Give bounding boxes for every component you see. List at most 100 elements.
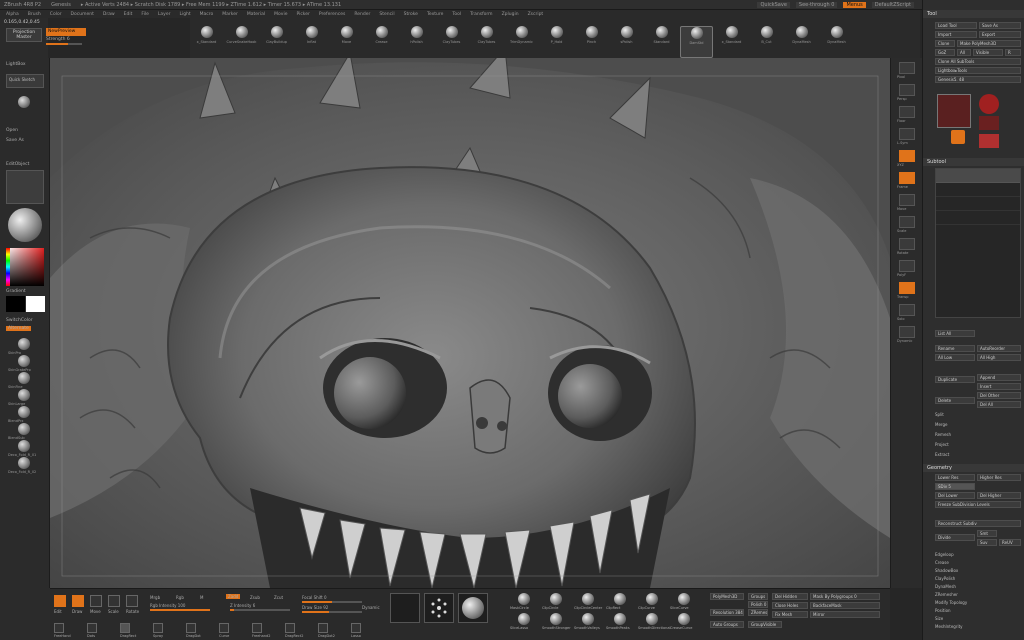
menu-marker[interactable]: Marker: [222, 12, 238, 17]
all-high-button[interactable]: All High: [977, 354, 1021, 361]
tool-thumb-small-4[interactable]: [979, 134, 999, 148]
brush-item[interactable]: Move: [330, 26, 363, 58]
open-button[interactable]: Open: [6, 128, 18, 133]
lower-res-button[interactable]: Lower Res: [935, 474, 975, 481]
brush-item[interactable]: CurveSnakeHook: [225, 26, 258, 58]
geometry-subsection-claypolish[interactable]: ClayPolish: [935, 576, 955, 581]
z-intensity-slider[interactable]: [230, 609, 290, 611]
geometry-subsection-modify-topology[interactable]: Modify Topology: [935, 600, 967, 605]
menu-file[interactable]: File: [141, 12, 149, 17]
shelf-frame-button[interactable]: [899, 172, 915, 184]
brush-sphere-icon[interactable]: [550, 613, 562, 625]
split-section[interactable]: Split: [935, 412, 944, 417]
material-preview-icon[interactable]: [8, 208, 42, 242]
shelf-dynamic-button[interactable]: [899, 326, 915, 338]
goz-button[interactable]: GoZ: [935, 49, 955, 56]
zremesher-button[interactable]: ZRemesher: [748, 609, 768, 616]
menu-alpha[interactable]: Alpha: [6, 12, 19, 17]
stroke-dragrect2-icon[interactable]: [285, 623, 295, 633]
alpha-preview[interactable]: [424, 593, 454, 623]
brush-sphere-icon[interactable]: [18, 406, 30, 418]
tool-thumb-small-2[interactable]: [979, 116, 999, 130]
brush-item[interactable]: ClayTubes: [470, 26, 503, 58]
del-lower-button[interactable]: Del Lower: [935, 492, 975, 499]
brush-sphere-icon[interactable]: [678, 593, 690, 605]
all-low-button[interactable]: All Low: [935, 354, 975, 361]
append-button[interactable]: Append: [977, 374, 1021, 381]
stroke-dragdot-icon[interactable]: [186, 623, 196, 633]
menu-draw[interactable]: Draw: [103, 12, 115, 17]
menu-tool[interactable]: Tool: [452, 12, 461, 17]
mirror-button[interactable]: Mirror: [810, 611, 880, 618]
brush-sphere-icon[interactable]: [18, 372, 30, 384]
group-visible-button[interactable]: GroupVisible: [748, 621, 782, 628]
menu-material[interactable]: Material: [247, 12, 265, 17]
brush-sphere-icon[interactable]: [518, 613, 530, 625]
brush-sphere-icon[interactable]: [614, 613, 626, 625]
quick-sketch-button[interactable]: Quick Sketch: [6, 74, 44, 88]
del-other-button[interactable]: Del Other: [977, 392, 1021, 399]
rename-button[interactable]: Rename: [935, 345, 975, 352]
stroke-curve-icon[interactable]: [219, 623, 229, 633]
brush-item[interactable]: DynaMesh: [785, 26, 818, 58]
menu-preferences[interactable]: Preferences: [319, 12, 345, 17]
tool-header[interactable]: Tool: [923, 10, 1024, 18]
switch-color-button[interactable]: SwitchColor: [6, 318, 33, 323]
dynamic-toggle[interactable]: Dynamic: [362, 605, 380, 610]
draw-size-slider[interactable]: [302, 611, 362, 613]
shelf-lsym-button[interactable]: [899, 128, 915, 140]
merge-section[interactable]: Merge: [935, 422, 948, 427]
menu-zplugin[interactable]: Zplugin: [502, 12, 519, 17]
subtool-item[interactable]: [936, 183, 1020, 197]
suv-toggle[interactable]: Suv: [977, 539, 997, 546]
brush-sphere-icon[interactable]: [646, 593, 658, 605]
zsub-toggle[interactable]: Zsub: [250, 595, 260, 600]
brush-sphere-icon[interactable]: [582, 593, 594, 605]
lightbox-button[interactable]: LightBox: [6, 62, 26, 67]
scale-tool-icon[interactable]: [108, 595, 120, 607]
brush-item[interactable]: Pinch: [575, 26, 608, 58]
subtool-item[interactable]: [936, 197, 1020, 211]
stroke-dots-icon[interactable]: [87, 623, 97, 633]
shelf-scale-button[interactable]: [899, 216, 915, 228]
color-picker[interactable]: [6, 248, 44, 286]
resolution-slider[interactable]: Resolution 384: [710, 609, 744, 616]
menu-render[interactable]: Render: [354, 12, 370, 17]
shelf-floor-button[interactable]: [899, 106, 915, 118]
visible-button[interactable]: Visible: [973, 49, 1003, 56]
load-tool-button[interactable]: Load Tool: [935, 22, 977, 29]
shelf-rotate-button[interactable]: [899, 238, 915, 250]
menu-movie[interactable]: Movie: [274, 12, 287, 17]
divide-button[interactable]: Divide: [935, 534, 975, 541]
quicksave-button[interactable]: QuickSave: [757, 2, 790, 8]
stroke-dragrect-icon[interactable]: [120, 623, 130, 633]
fix-mesh-button[interactable]: Fix Mesh: [772, 611, 808, 618]
tool-thumbnail[interactable]: [937, 94, 971, 128]
menu-document[interactable]: Document: [71, 12, 94, 17]
brush-item[interactable]: P_Hold: [540, 26, 573, 58]
save-as-button[interactable]: Save As: [6, 138, 24, 143]
texture-preview[interactable]: [6, 170, 44, 204]
reconstruct-subdiv-button[interactable]: Reconstruct Subdiv: [935, 520, 1021, 527]
remesh-section[interactable]: Remesh: [935, 432, 951, 437]
brush-item[interactable]: Standard: [645, 26, 678, 58]
brush-item[interactable]: B_Cut: [750, 26, 783, 58]
mrgb-toggle[interactable]: Mrgb: [150, 595, 160, 600]
brush-item[interactable]: Crease: [365, 26, 398, 58]
menu-stencil[interactable]: Stencil: [379, 12, 394, 17]
menu-layer[interactable]: Layer: [158, 12, 171, 17]
hue-strip[interactable]: [6, 248, 10, 286]
brush-item[interactable]: x_Standard: [190, 26, 223, 58]
menu-texture[interactable]: Texture: [427, 12, 443, 17]
shelf-solo-button[interactable]: [899, 304, 915, 316]
lightbox-tools-button[interactable]: Lightbox▸Tools: [935, 67, 1021, 74]
menu-transform[interactable]: Transform: [470, 12, 492, 17]
rotate-tool-icon[interactable]: [126, 595, 138, 607]
polish-slider[interactable]: Polish 0: [748, 601, 768, 608]
brush-sphere-icon[interactable]: [18, 355, 30, 367]
tool-thumb-small-1[interactable]: [979, 94, 999, 114]
zcut-toggle[interactable]: Zcut: [274, 595, 283, 600]
move-tool-icon[interactable]: [90, 595, 102, 607]
geometry-subsection-crease[interactable]: Crease: [935, 560, 949, 565]
geometry-subsection-shadowbox[interactable]: ShadowBox: [935, 568, 958, 573]
